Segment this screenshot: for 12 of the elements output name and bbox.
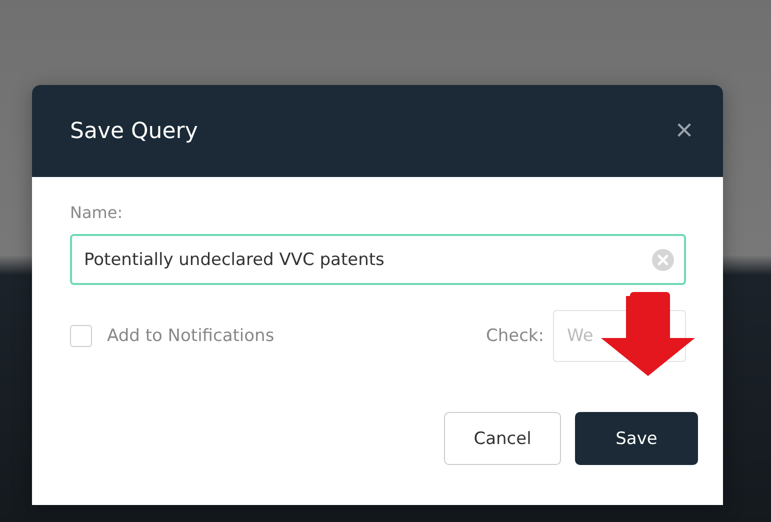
dialog-title: Save Query — [70, 118, 198, 144]
notifications-checkbox[interactable] — [70, 325, 92, 347]
name-field[interactable]: Potentially undeclared VVC patents — [70, 234, 686, 285]
cancel-button[interactable]: Cancel — [444, 412, 561, 465]
name-value: Potentially undeclared VVC patents — [84, 250, 386, 270]
down-arrow-icon — [600, 292, 696, 376]
notifications-label: Add to Notifications — [107, 326, 276, 346]
close-button[interactable]: × — [675, 116, 693, 146]
save-button[interactable]: Save — [575, 412, 698, 465]
name-label: Name: — [70, 203, 124, 222]
check-label: Check: — [486, 326, 544, 346]
clear-icon[interactable] — [652, 248, 674, 270]
